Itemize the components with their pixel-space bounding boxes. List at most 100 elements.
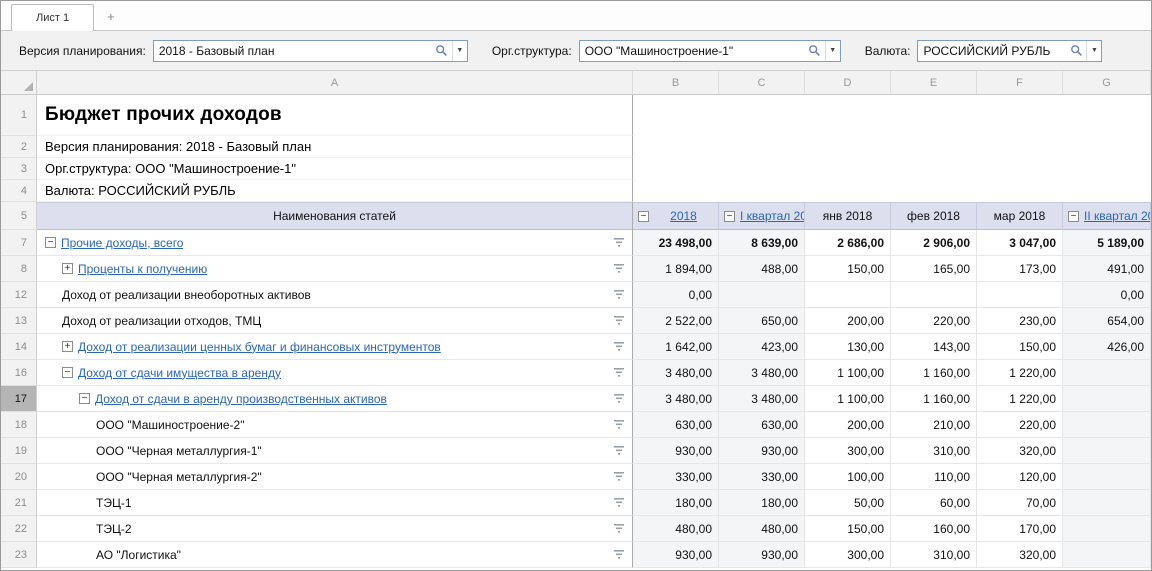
info-cell[interactable]: Бюджет прочих доходов [37,95,633,136]
value-cell[interactable]: 8 639,00 [719,230,805,256]
statement-name-cell[interactable]: ООО "Черная металлургия-1" [37,438,633,464]
collapse-icon[interactable]: − [638,211,649,222]
collapse-icon[interactable]: − [724,211,735,222]
filter-icon[interactable] [609,264,632,273]
search-icon[interactable] [432,44,452,57]
value-cell[interactable]: 100,00 [805,464,891,490]
filter-icon[interactable] [609,290,632,299]
row-number[interactable]: 17 [1,386,37,412]
value-cell[interactable] [1063,516,1151,542]
value-cell[interactable]: 180,00 [633,490,719,516]
value-cell[interactable]: 426,00 [1063,334,1151,360]
statement-name[interactable]: Прочие доходы, всего [61,236,183,250]
planning-version-field[interactable]: 2018 - Базовый план▼ [153,40,468,62]
dropdown-arrow-icon[interactable]: ▼ [825,41,840,61]
period-header-label[interactable]: I квартал 2018 [740,209,805,223]
value-cell[interactable]: 488,00 [719,256,805,282]
row-number[interactable]: 12 [1,282,37,308]
statement-name[interactable]: Проценты к получению [78,262,207,276]
value-cell[interactable]: 630,00 [719,412,805,438]
value-cell[interactable]: 230,00 [977,308,1063,334]
statement-name-cell[interactable]: ООО "Черная металлургия-2" [37,464,633,490]
statement-name-cell[interactable]: Доход от реализации отходов, ТМЦ [37,308,633,334]
tab-sheet-1[interactable]: Лист 1 [11,4,94,31]
info-cell[interactable]: Орг.структура: ООО "Машиностроение-1" [37,158,633,180]
value-cell[interactable]: 491,00 [1063,256,1151,282]
add-sheet-button[interactable]: + [94,3,128,30]
statement-name-cell[interactable]: +Проценты к получению [37,256,633,282]
value-cell[interactable]: 330,00 [719,464,805,490]
value-cell[interactable]: 3 480,00 [719,360,805,386]
row-number[interactable]: 3 [1,158,37,180]
period-header-cell[interactable]: фев 2018 [891,202,977,230]
value-cell[interactable]: 2 906,00 [891,230,977,256]
value-cell[interactable]: 150,00 [805,516,891,542]
collapse-icon[interactable]: − [62,367,73,378]
org-structure-field[interactable]: ООО "Машиностроение-1"▼ [579,40,841,62]
value-cell[interactable] [805,282,891,308]
statement-name-cell[interactable]: −Доход от сдачи в аренду производственны… [37,386,633,412]
value-cell[interactable]: 150,00 [805,256,891,282]
row-number[interactable]: 22 [1,516,37,542]
value-cell[interactable] [1063,360,1151,386]
filter-icon[interactable] [609,420,632,429]
statement-name[interactable]: Доход от сдачи в аренду производственных… [95,392,387,406]
value-cell[interactable]: 320,00 [977,438,1063,464]
row-number[interactable]: 8 [1,256,37,282]
currency-field[interactable]: РОССИЙСКИЙ РУБЛЬ▼ [917,40,1102,62]
value-cell[interactable]: 1 100,00 [805,386,891,412]
collapse-icon[interactable]: − [79,393,90,404]
collapse-icon[interactable]: − [45,237,56,248]
value-cell[interactable]: 320,00 [977,542,1063,568]
value-cell[interactable]: 1 160,00 [891,360,977,386]
statement-name-cell[interactable]: АО "Логистика" [37,542,633,568]
period-header-label[interactable]: II квартал 2018 [1084,209,1151,223]
value-cell[interactable]: 650,00 [719,308,805,334]
value-cell[interactable]: 130,00 [805,334,891,360]
value-cell[interactable] [1063,464,1151,490]
row-number[interactable]: 21 [1,490,37,516]
value-cell[interactable]: 1 100,00 [805,360,891,386]
value-cell[interactable]: 930,00 [719,438,805,464]
statement-name-cell[interactable]: −Доход от сдачи имущества в аренду [37,360,633,386]
value-cell[interactable]: 310,00 [891,542,977,568]
row-number[interactable]: 4 [1,180,37,202]
value-cell[interactable]: 60,00 [891,490,977,516]
row-number[interactable]: 20 [1,464,37,490]
row-number[interactable]: 14 [1,334,37,360]
value-cell[interactable]: 220,00 [977,412,1063,438]
value-cell[interactable]: 173,00 [977,256,1063,282]
filter-icon[interactable] [609,524,632,533]
dropdown-arrow-icon[interactable]: ▼ [452,41,467,61]
value-cell[interactable]: 120,00 [977,464,1063,490]
column-header-C[interactable]: C [719,71,805,95]
filter-icon[interactable] [609,550,632,559]
value-cell[interactable]: 200,00 [805,412,891,438]
statement-name-cell[interactable]: Доход от реализации внеоборотных активов [37,282,633,308]
value-cell[interactable]: 143,00 [891,334,977,360]
value-cell[interactable]: 110,00 [891,464,977,490]
row-number[interactable]: 13 [1,308,37,334]
row-number[interactable]: 16 [1,360,37,386]
value-cell[interactable]: 5 189,00 [1063,230,1151,256]
filter-icon[interactable] [609,316,632,325]
value-cell[interactable] [1063,412,1151,438]
filter-icon[interactable] [609,498,632,507]
value-cell[interactable]: 1 220,00 [977,386,1063,412]
period-header-label[interactable]: 2018 [670,209,697,223]
info-cell[interactable]: Валюта: РОССИЙСКИЙ РУБЛЬ [37,180,633,202]
value-cell[interactable] [1063,542,1151,568]
collapse-icon[interactable]: − [1068,211,1079,222]
value-cell[interactable]: 630,00 [633,412,719,438]
value-cell[interactable]: 300,00 [805,438,891,464]
value-cell[interactable] [719,282,805,308]
search-icon[interactable] [1066,44,1086,57]
statement-name-cell[interactable]: ТЭЦ-2 [37,516,633,542]
value-cell[interactable]: 180,00 [719,490,805,516]
info-cell[interactable]: Версия планирования: 2018 - Базовый план [37,136,633,158]
value-cell[interactable]: 1 642,00 [633,334,719,360]
row-number[interactable]: 5 [1,202,37,230]
filter-icon[interactable] [609,342,632,351]
row-number[interactable]: 1 [1,95,37,136]
value-cell[interactable]: 1 160,00 [891,386,977,412]
